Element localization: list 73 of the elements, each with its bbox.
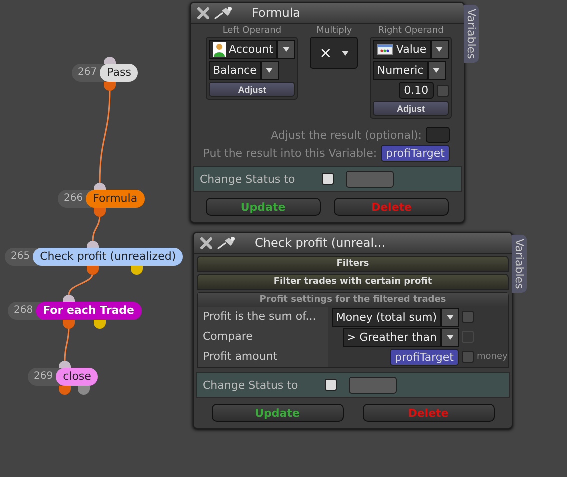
status-checkbox[interactable] [325,379,337,391]
status-label: Change Status to [200,172,296,186]
value-icon [377,44,394,55]
close-icon[interactable] [200,236,213,250]
unit-label: money [477,352,505,362]
flow-node[interactable]: Check profit (unrealized) [33,248,184,266]
adjust-button[interactable]: Adjust [209,82,296,97]
output-port[interactable] [94,208,106,217]
row-checkbox[interactable] [462,311,474,323]
adjust-field[interactable] [426,127,450,143]
source-dropdown[interactable]: Value [373,40,431,59]
status-checkbox[interactable] [322,173,334,185]
field-dropdown[interactable]: Balance [209,61,261,80]
pin-icon[interactable] [217,236,237,250]
output-port[interactable] [87,266,99,275]
update-button[interactable]: Update [212,404,344,422]
person-icon [213,42,226,57]
input-port[interactable] [87,241,99,248]
group-heading: Profit settings for the filtered trades [198,293,508,307]
caret-icon [446,334,454,340]
section-header[interactable]: Filters [197,256,509,272]
type-dropdown[interactable]: Numeric [373,61,428,80]
pin-icon[interactable] [214,6,234,20]
row-checkbox[interactable] [462,351,474,363]
update-button[interactable]: Update [206,198,321,216]
output-port[interactable] [131,266,143,275]
variable-chip[interactable]: profiTarget [381,145,450,162]
value-checkbox[interactable] [436,84,449,96]
status-label: Change Status to [203,378,300,392]
output-port[interactable] [59,386,71,395]
caret-icon [342,50,350,56]
status-field[interactable] [349,376,397,394]
panel-title: Formula [252,6,301,20]
connector-line [68,272,94,296]
connector-line [64,326,70,362]
value-field[interactable]: 0.10 [399,82,434,99]
caret-icon [446,314,454,320]
variables-tab[interactable]: Variables [512,235,527,294]
panel-title: Check profit (unreal... [255,236,386,250]
output-port[interactable] [63,320,75,329]
flow-node[interactable]: For each Trade [36,302,142,320]
input-port[interactable] [63,295,75,302]
field-label: Adjust the result (optional): [271,128,422,142]
adjust-button[interactable]: Adjust [373,101,449,116]
option-dropdown[interactable]: Money (total sum) [332,308,441,326]
close-icon[interactable] [197,6,210,20]
input-port[interactable] [94,183,106,190]
variables-tab[interactable]: Variables [464,5,479,64]
caret-icon [282,47,290,52]
variable-chip[interactable]: profiTarget [390,348,459,366]
caret-icon [433,68,440,73]
flow-node[interactable]: Formula [86,190,145,208]
output-port[interactable] [104,82,116,91]
output-port[interactable] [94,320,106,329]
row-label: Profit amount [198,347,328,367]
output-port[interactable] [78,386,90,395]
input-port[interactable] [59,361,71,368]
row-label: Compare [198,327,328,347]
flow-node[interactable]: Pass [100,64,138,82]
input-port[interactable] [104,57,116,64]
flow-node[interactable]: close [56,368,98,386]
column-heading: Multiply [316,26,352,36]
field-label: Put the result into this Variable: [203,147,378,160]
caret-icon [266,68,274,73]
connector-line [92,214,101,242]
source-dropdown[interactable]: Account [209,40,278,59]
operator-dropdown[interactable]: × [310,37,358,69]
column-heading: Left Operand [222,26,282,36]
column-heading: Right Operand [378,26,444,36]
status-field[interactable] [346,170,394,188]
section-header[interactable]: Filter trades with certain profit [197,274,509,290]
row-label: Profit is the sum of... [198,307,328,327]
caret-icon [436,47,444,52]
